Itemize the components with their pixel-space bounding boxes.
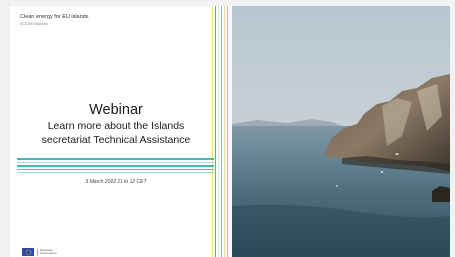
european-commission-logo: European Commission: [22, 248, 66, 256]
slide-left-panel: Clean energy for EU islands #CE4EUisland…: [10, 6, 232, 257]
brand-hashtag: #CE4EUislands: [20, 21, 49, 26]
logo-text-line-2: Commission: [40, 251, 57, 255]
brand-title: Clean energy for EU islands: [20, 14, 89, 20]
slide: Clean energy for EU islands #CE4EUisland…: [10, 6, 450, 257]
logo-text: European Commission: [37, 248, 57, 256]
subtitle-line-2: secretariat Technical Assistance: [41, 134, 191, 146]
eu-flag-icon: [22, 248, 34, 256]
webinar-heading: Webinar: [89, 102, 143, 118]
event-date: 3 March 2022 11 to 12 CET: [85, 179, 147, 185]
main-text-block: Webinar Learn more about the Islands sec…: [10, 102, 222, 147]
subtitle-line-1: Learn more about the Islands: [47, 120, 185, 132]
coastal-landscape-photo: [232, 6, 450, 257]
decorative-horizontal-lines: [17, 158, 214, 174]
